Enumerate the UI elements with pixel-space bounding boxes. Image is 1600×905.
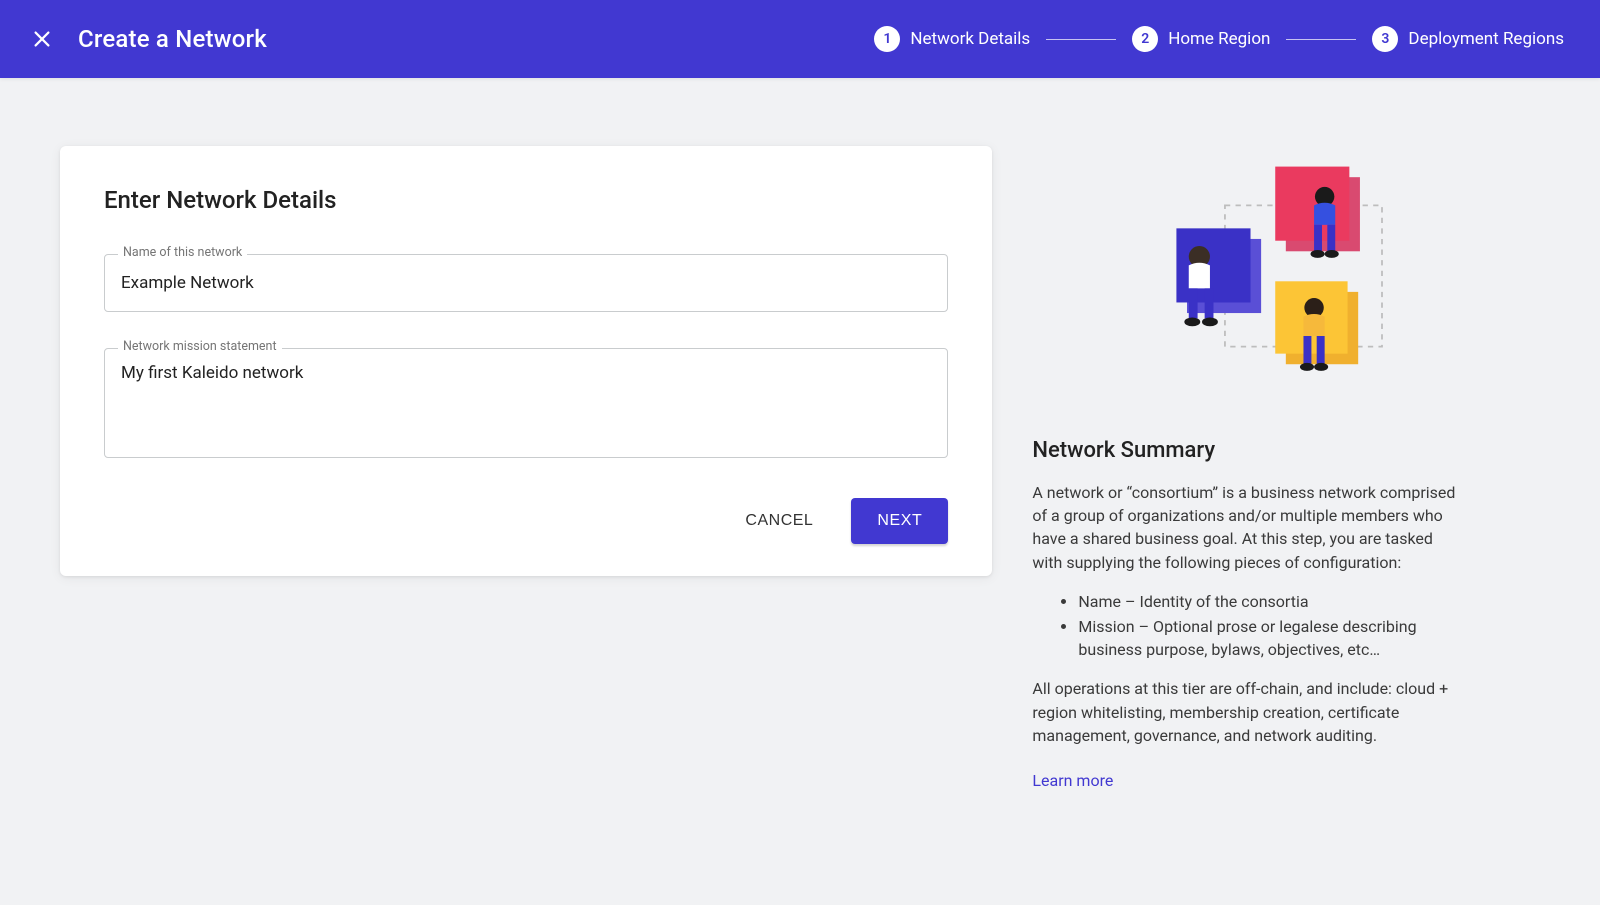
network-name-field-wrapper: Name of this network	[104, 254, 948, 312]
list-item: Name – Identity of the consortia	[1078, 590, 1462, 613]
step-home-region[interactable]: 2 Home Region	[1132, 26, 1270, 52]
close-icon[interactable]	[28, 25, 56, 53]
step-badge: 2	[1132, 26, 1158, 52]
card-heading: Enter Network Details	[104, 186, 948, 214]
summary-sidebar: Network Summary A network or “consortium…	[1032, 146, 1462, 790]
step-label: Network Details	[910, 29, 1030, 49]
step-label: Home Region	[1168, 29, 1270, 49]
step-deployment-regions[interactable]: 3 Deployment Regions	[1372, 26, 1564, 52]
mission-textarea[interactable]	[104, 348, 948, 458]
network-name-label: Name of this network	[118, 245, 247, 260]
summary-paragraph-2: All operations at this tier are off-chai…	[1032, 677, 1462, 747]
next-button[interactable]: NEXT	[851, 498, 948, 544]
summary-bullet-list: Name – Identity of the consortia Mission…	[1032, 590, 1462, 662]
mission-field-wrapper: Network mission statement	[104, 348, 948, 462]
learn-more-link[interactable]: Learn more	[1032, 771, 1113, 790]
app-header: Create a Network 1 Network Details 2 Hom…	[0, 0, 1600, 78]
header-left: Create a Network	[28, 25, 267, 53]
people-blocks-illustration	[1032, 146, 1462, 406]
list-item: Mission – Optional prose or legalese des…	[1078, 615, 1462, 661]
step-badge: 1	[874, 26, 900, 52]
mission-label: Network mission statement	[118, 339, 282, 354]
page-title: Create a Network	[78, 25, 267, 53]
step-connector	[1046, 39, 1116, 40]
summary-paragraph-1: A network or “consortium” is a business …	[1032, 481, 1462, 574]
stepper: 1 Network Details 2 Home Region 3 Deploy…	[874, 26, 1572, 52]
summary-heading: Network Summary	[1032, 438, 1462, 463]
step-label: Deployment Regions	[1408, 29, 1564, 49]
network-name-input[interactable]	[104, 254, 948, 312]
cancel-button[interactable]: CANCEL	[739, 502, 819, 540]
network-details-card: Enter Network Details Name of this netwo…	[60, 146, 992, 576]
step-badge: 3	[1372, 26, 1398, 52]
step-connector	[1286, 39, 1356, 40]
form-actions: CANCEL NEXT	[104, 498, 948, 544]
step-network-details[interactable]: 1 Network Details	[874, 26, 1030, 52]
main-content: Enter Network Details Name of this netwo…	[0, 78, 1600, 830]
